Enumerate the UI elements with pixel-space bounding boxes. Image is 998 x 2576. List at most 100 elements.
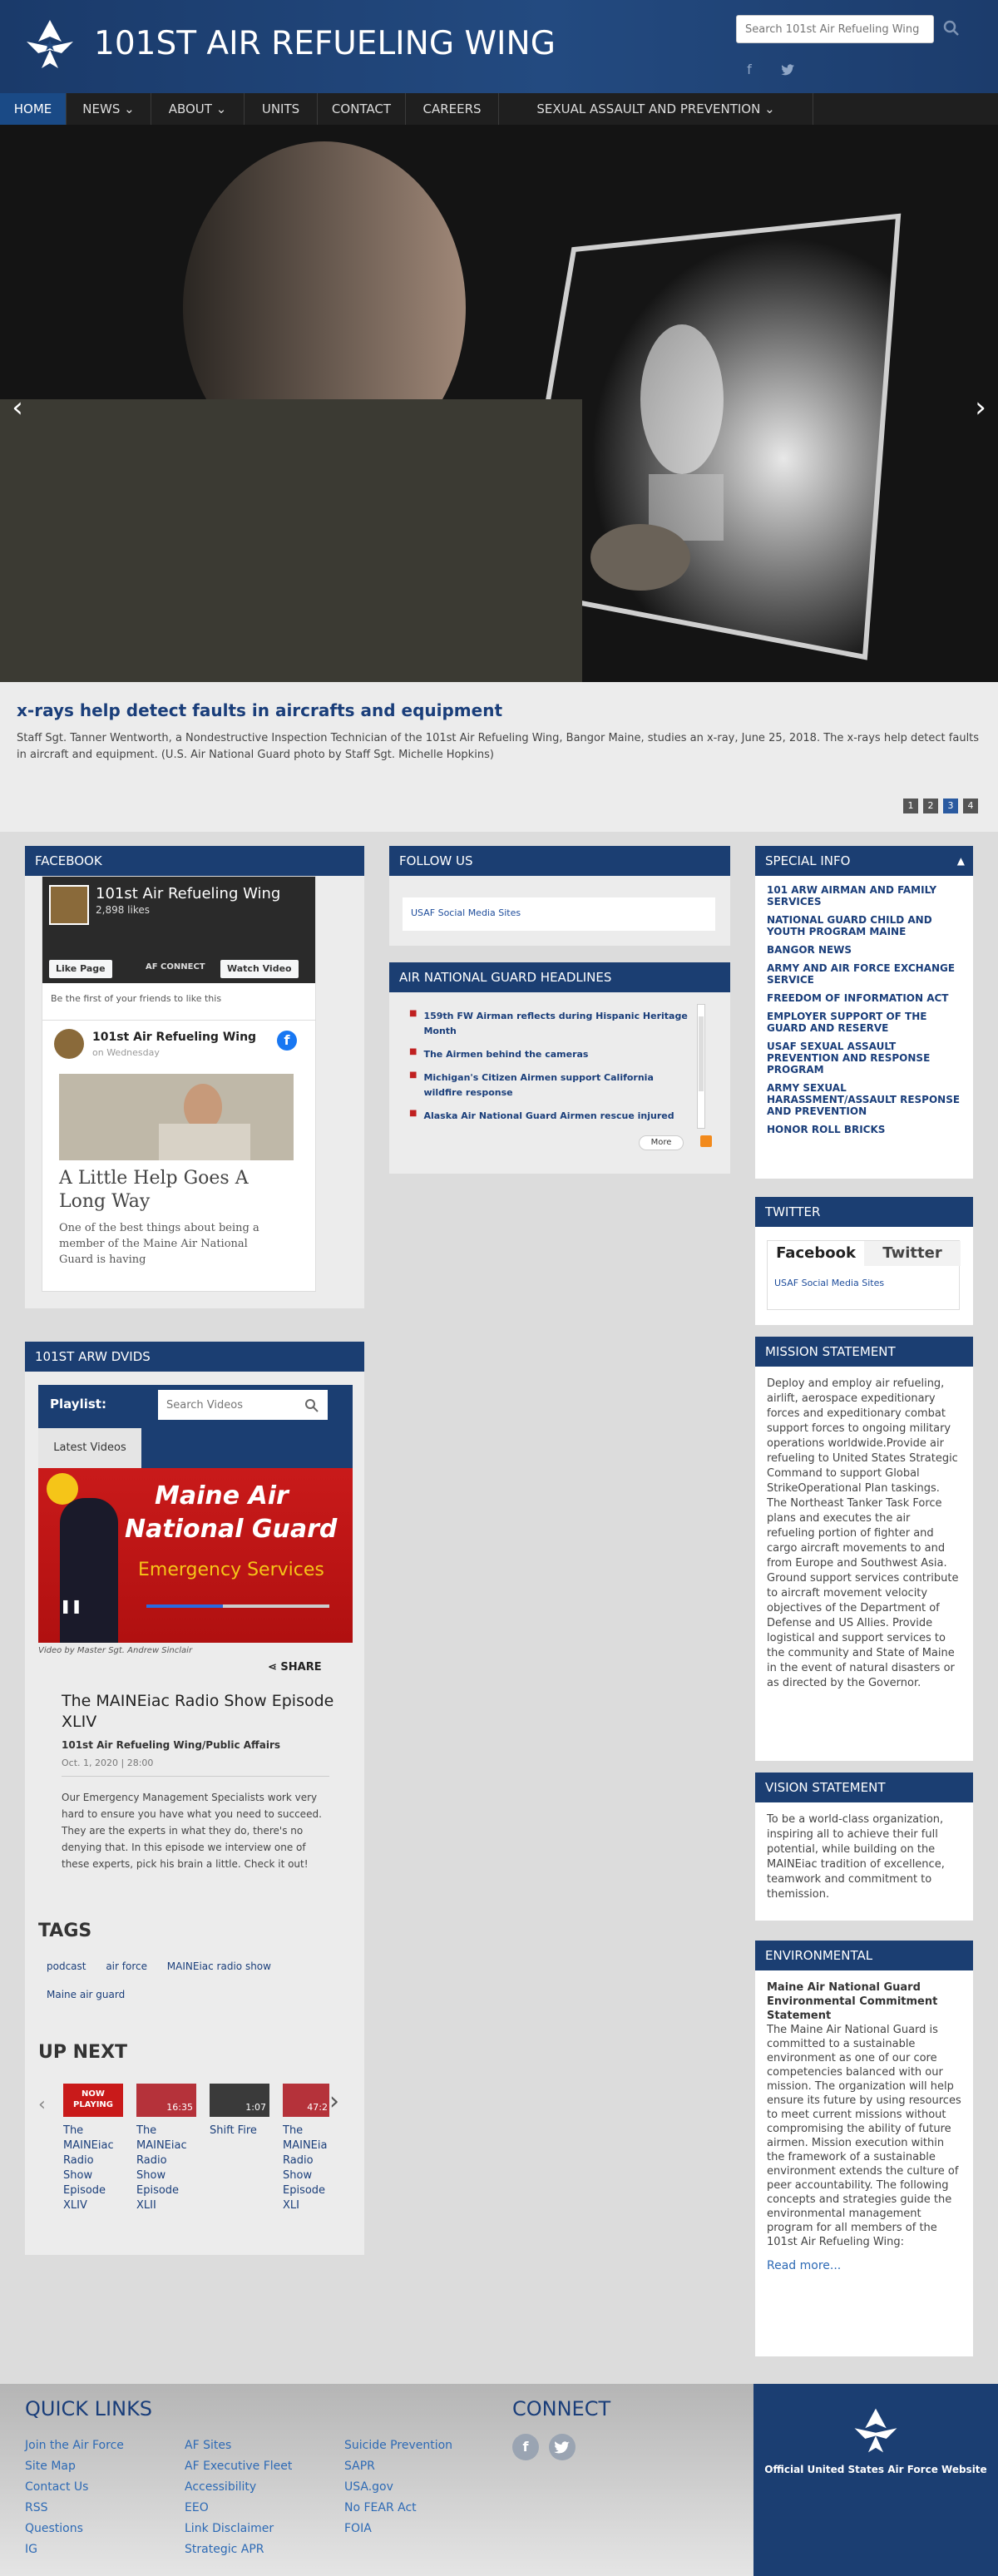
video-org[interactable]: 101st Air Refueling Wing/Public Affairs: [62, 1739, 280, 1751]
nav-item-careers[interactable]: CAREERS: [406, 93, 499, 125]
up-next-next-icon[interactable]: ›: [329, 2087, 339, 2116]
footer-facebook-icon[interactable]: f: [512, 2434, 539, 2460]
facebook-watch-video-button[interactable]: Watch Video: [220, 960, 299, 978]
special-info-link[interactable]: USAF SEXUAL ASSAULT PREVENTION AND RESPO…: [767, 1041, 961, 1075]
headline-item[interactable]: ■ Michigan's Citizen Airmen support Calif…: [409, 1070, 690, 1100]
special-info-link[interactable]: 101 ARW AIRMAN AND FAMILY SERVICES: [767, 884, 961, 907]
hero-title[interactable]: x-rays help detect faults in aircrafts a…: [17, 700, 502, 720]
facebook-like-button[interactable]: Like Page: [49, 960, 112, 978]
special-info-header[interactable]: SPECIAL INFO ▲: [755, 846, 973, 876]
facebook-post-time[interactable]: on Wednesday: [92, 1047, 160, 1058]
up-next-title[interactable]: The MAINEiac Radio Show Episode XLIV: [63, 2124, 123, 2213]
special-info-link[interactable]: BANGOR NEWS: [767, 944, 961, 956]
facebook-story-title[interactable]: A Little Help Goes A Long Way: [59, 1167, 292, 1214]
footer-link[interactable]: Contact Us: [25, 2477, 124, 2498]
nav-item-units[interactable]: UNITS: [245, 93, 318, 125]
carousel-page-1[interactable]: 1: [903, 799, 918, 813]
footer-link[interactable]: Site Map: [25, 2456, 124, 2477]
read-more-link[interactable]: Read more...: [755, 2249, 973, 2282]
footer-link[interactable]: Strategic APR: [185, 2539, 292, 2560]
af-site-block[interactable]: Official United States Air Force Website: [753, 2384, 998, 2576]
carousel-page-3[interactable]: 3: [943, 799, 958, 813]
air-force-logo[interactable]: [25, 17, 75, 72]
tag-link[interactable]: podcast: [38, 1955, 94, 1977]
headline-item[interactable]: ■ Alaska Air National Guard Airmen rescue…: [409, 1109, 690, 1124]
footer-link[interactable]: No FEAR Act: [344, 2498, 452, 2519]
af-site-label[interactable]: Official United States Air Force Website: [753, 2464, 998, 2475]
share-button[interactable]: ⋖ SHARE: [268, 1661, 322, 1674]
headline-item[interactable]: ■ The Airmen behind the cameras: [409, 1047, 690, 1062]
special-info-link[interactable]: ARMY AND AIR FORCE EXCHANGE SERVICE: [767, 962, 961, 986]
tag-link[interactable]: Maine air guard: [38, 1984, 133, 2005]
footer-link[interactable]: Suicide Prevention: [344, 2435, 452, 2456]
up-next-title[interactable]: The MAINEiac Radio Show Episode XLII: [136, 2124, 196, 2213]
headlines-scrollbar[interactable]: [697, 1004, 705, 1129]
video-player[interactable]: Maine Air National Guard Emergency Servi…: [38, 1468, 353, 1643]
footer-link[interactable]: Accessibility: [185, 2477, 292, 2498]
pause-icon[interactable]: ❚❚: [60, 1598, 82, 1614]
search-icon[interactable]: [942, 19, 961, 37]
tag-link[interactable]: air force: [97, 1955, 156, 1977]
carousel-prev-button[interactable]: ‹: [7, 391, 28, 424]
scrollbar-thumb[interactable]: [699, 1016, 704, 1091]
facebook-page-name[interactable]: 101st Air Refueling Wing: [96, 885, 280, 902]
footer-link[interactable]: EEO: [185, 2498, 292, 2519]
footer-link[interactable]: IG: [25, 2539, 124, 2560]
video-progress-track[interactable]: [146, 1604, 329, 1608]
facebook-icon[interactable]: f: [740, 61, 758, 79]
special-info-link[interactable]: ARMY SEXUAL HARASSMENT/ASSAULT RESPONSE …: [767, 1082, 961, 1117]
footer-link[interactable]: AF Sites: [185, 2435, 292, 2456]
up-next-item[interactable]: 47:2 The MAINEia Radio Show Episode XLI: [283, 2084, 329, 2213]
usaf-social-media-link[interactable]: USAF Social Media Sites: [774, 1278, 884, 1288]
nav-item-sexual-assault-prevention[interactable]: SEXUAL ASSAULT AND PREVENTION ⌄: [499, 93, 813, 125]
special-info-link[interactable]: HONOR ROLL BRICKS: [767, 1124, 961, 1135]
collapse-up-icon[interactable]: ▲: [957, 846, 965, 876]
usaf-social-media-link[interactable]: USAF Social Media Sites: [411, 907, 521, 918]
footer-twitter-icon[interactable]: [549, 2434, 576, 2460]
up-next-title[interactable]: Shift Fire: [210, 2124, 269, 2138]
facebook-page-thumb[interactable]: [49, 885, 89, 925]
twitter-icon[interactable]: [778, 61, 797, 79]
headlines-more-button[interactable]: More: [639, 1135, 684, 1150]
video-search-icon[interactable]: [304, 1398, 319, 1413]
carousel-next-button[interactable]: ›: [970, 391, 991, 424]
headline-link[interactable]: 159th FW Airman reflects during Hispanic…: [423, 1009, 690, 1039]
headline-link[interactable]: Alaska Air National Guard Airmen rescue …: [423, 1109, 674, 1124]
facebook-post-avatar[interactable]: [54, 1029, 84, 1059]
footer-link[interactable]: RSS: [25, 2498, 124, 2519]
headline-item[interactable]: ■ 159th FW Airman reflects during Hispani…: [409, 1009, 690, 1039]
nav-item-home[interactable]: HOME: [0, 93, 67, 125]
nav-item-contact[interactable]: CONTACT: [318, 93, 406, 125]
facebook-post-author[interactable]: 101st Air Refueling Wing: [92, 1031, 256, 1044]
footer-link[interactable]: Join the Air Force: [25, 2435, 124, 2456]
footer-link[interactable]: USA.gov: [344, 2477, 452, 2498]
tab-twitter[interactable]: Twitter: [864, 1241, 961, 1266]
special-info-link[interactable]: NATIONAL GUARD CHILD AND YOUTH PROGRAM M…: [767, 914, 961, 937]
up-next-item[interactable]: 1:07 Shift Fire: [210, 2084, 269, 2138]
footer-link[interactable]: FOIA: [344, 2519, 452, 2539]
nav-item-news[interactable]: NEWS ⌄: [67, 93, 151, 125]
tab-latest-videos[interactable]: Latest Videos: [38, 1428, 141, 1468]
nav-item-about[interactable]: ABOUT ⌄: [151, 93, 245, 125]
up-next-item[interactable]: NOW PLAYING The MAINEiac Radio Show Epis…: [63, 2084, 123, 2213]
footer-link[interactable]: Link Disclaimer: [185, 2519, 292, 2539]
video-search-input[interactable]: [158, 1390, 328, 1420]
headline-link[interactable]: The Airmen behind the cameras: [423, 1047, 588, 1062]
footer-link[interactable]: Questions: [25, 2519, 124, 2539]
headline-link[interactable]: Michigan's Citizen Airmen support Califo…: [423, 1070, 690, 1100]
carousel-page-2[interactable]: 2: [923, 799, 938, 813]
up-next-prev-icon[interactable]: ‹: [38, 2094, 46, 2115]
carousel-page-4[interactable]: 4: [963, 799, 978, 813]
special-info-link[interactable]: EMPLOYER SUPPORT OF THE GUARD AND RESERV…: [767, 1011, 961, 1034]
facebook-post-image[interactable]: [59, 1074, 294, 1160]
site-title[interactable]: 101ST AIR REFUELING WING: [94, 25, 556, 62]
footer-link[interactable]: AF Executive Fleet: [185, 2456, 292, 2477]
special-info-link[interactable]: FREEDOM OF INFORMATION ACT: [767, 992, 961, 1004]
up-next-item[interactable]: 16:35 The MAINEiac Radio Show Episode XL…: [136, 2084, 196, 2213]
video-title[interactable]: The MAINEiac Radio Show Episode XLIV: [62, 1691, 336, 1733]
footer-link[interactable]: SAPR: [344, 2456, 452, 2477]
up-next-title[interactable]: The MAINEia Radio Show Episode XLI: [283, 2124, 329, 2213]
tab-facebook[interactable]: Facebook: [768, 1241, 864, 1266]
search-input[interactable]: [736, 15, 934, 43]
tag-link[interactable]: MAINEiac radio show: [159, 1955, 279, 1977]
